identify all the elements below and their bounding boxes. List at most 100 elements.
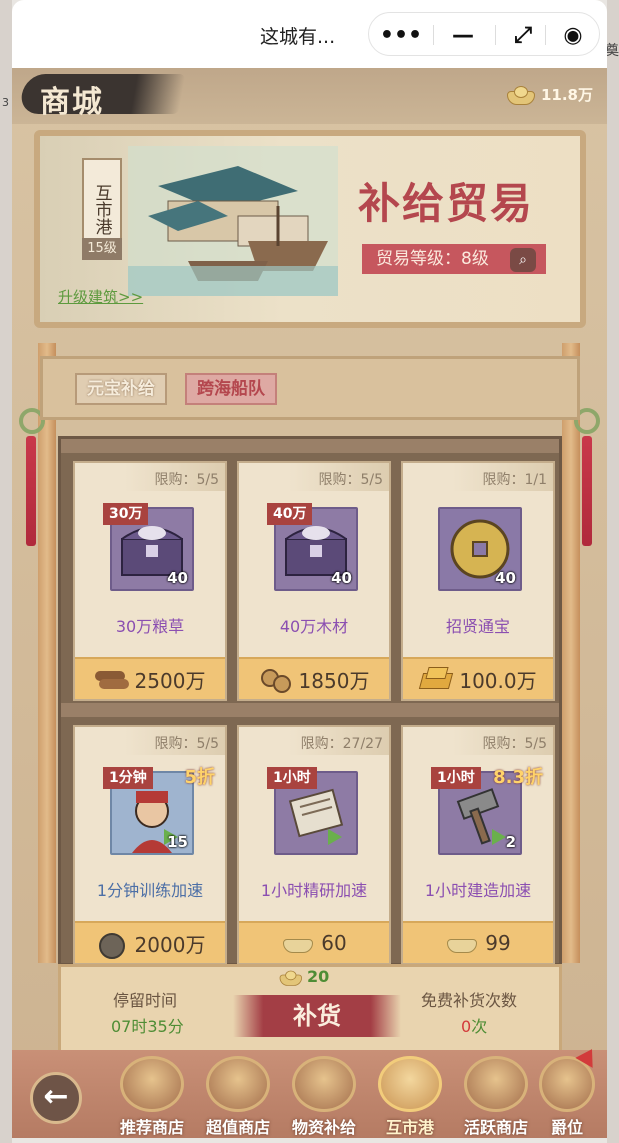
nav-recommended-shop[interactable]: 推荐商店 — [112, 1056, 192, 1137]
left-page-edge — [0, 0, 12, 1143]
goods-card[interactable]: 限购：1/1 40 招贤通宝 100.0万 — [401, 461, 555, 701]
price-button[interactable]: 2000万 — [75, 921, 225, 963]
item-name: 30万粮草 — [115, 617, 185, 636]
free-restock-unit: 次 — [471, 1017, 488, 1036]
stay-time-value: 07时35分 — [111, 1017, 184, 1036]
ingot-icon — [279, 969, 302, 986]
item-name: 40万木材 — [279, 617, 349, 636]
restore-icon[interactable]: ⤢ — [497, 13, 549, 57]
price-button[interactable]: 2500万 — [75, 657, 225, 699]
tab-ingot-supply[interactable]: 元宝补给 — [75, 373, 167, 405]
item-name: 1小时精研加速 — [260, 881, 368, 900]
item-quantity: 2 — [505, 833, 516, 851]
capsule-divider — [433, 25, 434, 45]
bottom-nav: ← 推荐商店 超值商店 物资补给 互市港 活跃商店 爵位 — [12, 1044, 607, 1138]
item-quantity: 40 — [167, 569, 188, 587]
goods-grid: 限购：5/5 40 30万 30万粮草 2500万 限购：5/5 40 40万 … — [58, 436, 562, 966]
price-value: 2000万 — [134, 932, 206, 957]
shelf-middle — [61, 703, 559, 717]
nav-label: 推荐商店 — [119, 1118, 184, 1137]
item-tag: 1分钟 — [103, 767, 153, 789]
nav-label: 互市港 — [385, 1118, 434, 1137]
banner-title: 补给贸易 — [358, 179, 535, 228]
coin-icon: 40 — [438, 507, 522, 591]
tab-bar: 元宝补给 跨海船队 — [40, 356, 580, 420]
price-button[interactable]: 1850万 — [239, 657, 389, 699]
goods-card[interactable]: 限购：27/27 1小时 1小时精研加速 60 — [237, 725, 391, 965]
shop-badge-icon — [378, 1056, 442, 1112]
item-name: 1分钟训练加速 — [96, 881, 204, 900]
right-edge-text: 奠 — [605, 43, 619, 59]
nav-trade-port[interactable]: 互市港 — [370, 1056, 450, 1137]
upgrade-building-link[interactable]: 升级建筑>> — [58, 286, 143, 307]
price-value: 2500万 — [134, 668, 206, 693]
wood-icon — [94, 667, 129, 691]
purchase-limit: 限购：5/5 — [154, 736, 219, 752]
ingot-icon — [506, 85, 535, 105]
tab-overseas-fleet[interactable]: 跨海船队 — [185, 373, 277, 405]
close-icon[interactable]: ◉ — [547, 13, 599, 57]
item-quantity: 40 — [331, 569, 352, 587]
price-value: 1850万 — [298, 668, 370, 693]
item-tag: 1小时 — [431, 767, 481, 789]
free-restock-label: 免费补货次数 — [421, 991, 518, 1010]
back-arrow-icon[interactable]: ← — [30, 1072, 82, 1124]
currency-value: 11.8万 — [540, 85, 593, 104]
logs-icon — [259, 667, 293, 693]
trade-banner: 互市港 15级 补给贸易 贸易等级：8级 ⌕ 升级建筑>> — [34, 130, 586, 328]
nav-activity-shop[interactable]: 活跃商店 — [456, 1056, 536, 1137]
search-icon[interactable]: ⌕ — [510, 248, 536, 272]
nav-label: 超值商店 — [205, 1118, 270, 1137]
shop-badge-icon — [120, 1056, 184, 1112]
purchase-limit: 限购：5/5 — [482, 736, 547, 752]
restock-button[interactable]: 补货 — [233, 995, 401, 1037]
item-name: 招贤通宝 — [445, 617, 510, 636]
stay-time-label: 停留时间 — [113, 991, 178, 1010]
item-quantity: 15 — [167, 833, 188, 851]
currency-display: 11.8万 — [506, 82, 593, 106]
ingot-icon — [281, 931, 315, 955]
discount-badge: 5折 — [184, 767, 215, 788]
price-button[interactable]: 100.0万 — [403, 657, 553, 699]
price-button[interactable]: 60 — [239, 921, 389, 963]
free-restock-number: 0 — [461, 1017, 472, 1036]
goods-card[interactable]: 限购：5/5 40 40万 40万木材 1850万 — [237, 461, 391, 701]
nav-rank[interactable]: 爵位 — [532, 1044, 602, 1137]
price-button[interactable]: 99 — [403, 921, 553, 963]
goods-card[interactable]: 限购：5/5 2 1小时 8.3折 1小时建造加速 99 — [401, 725, 555, 965]
nav-label: 爵位 — [550, 1118, 583, 1137]
free-restock-count: 0次 — [461, 1013, 487, 1037]
nav-value-shop[interactable]: 超值商店 — [198, 1056, 278, 1137]
coin-icon — [95, 931, 129, 959]
shelf-top — [61, 439, 559, 453]
nav-supplies[interactable]: 物资补给 — [284, 1056, 364, 1137]
purchase-limit: 限购：5/5 — [154, 472, 219, 488]
nav-label: 物资补给 — [291, 1118, 356, 1137]
restock-cost: 20 — [277, 967, 329, 986]
goods-card[interactable]: 限购：5/5 40 30万 30万粮草 2500万 — [73, 461, 227, 701]
shop-badge-icon — [206, 1056, 270, 1112]
goods-card[interactable]: 限购：5/5 15 1分钟 5折 1分钟训练加速 2000万 — [73, 725, 227, 965]
game-screen: 商城 11.8万 互市港 15级 补给贸易 贸易等级：8级 ⌕ 升级建筑>> 元 — [12, 68, 607, 1138]
shop-badge-icon — [464, 1056, 528, 1112]
shop-badge-icon — [292, 1056, 356, 1112]
harbor-illustration — [128, 146, 338, 296]
left-edge-text: 3 — [2, 96, 9, 109]
right-page-edge — [607, 0, 619, 1143]
tassel-right — [582, 436, 592, 546]
nav-label: 活跃商店 — [463, 1118, 528, 1137]
price-value: 99 — [485, 931, 511, 955]
discount-badge: 8.3折 — [493, 767, 543, 788]
port-level: 15级 — [82, 238, 122, 260]
capsule-menu: ••• — ⤢ ◉ — [368, 12, 600, 56]
gold-bar-icon — [419, 667, 453, 691]
purchase-limit: 限购：27/27 — [300, 736, 383, 752]
purchase-limit: 限购：5/5 — [318, 472, 383, 488]
minimize-icon[interactable]: — — [437, 13, 489, 57]
price-value: 100.0万 — [459, 668, 537, 693]
price-value: 60 — [321, 931, 347, 955]
capsule-divider — [545, 25, 546, 45]
item-quantity: 40 — [495, 569, 516, 587]
ingot-icon — [445, 931, 479, 955]
more-icon[interactable]: ••• — [375, 13, 427, 57]
